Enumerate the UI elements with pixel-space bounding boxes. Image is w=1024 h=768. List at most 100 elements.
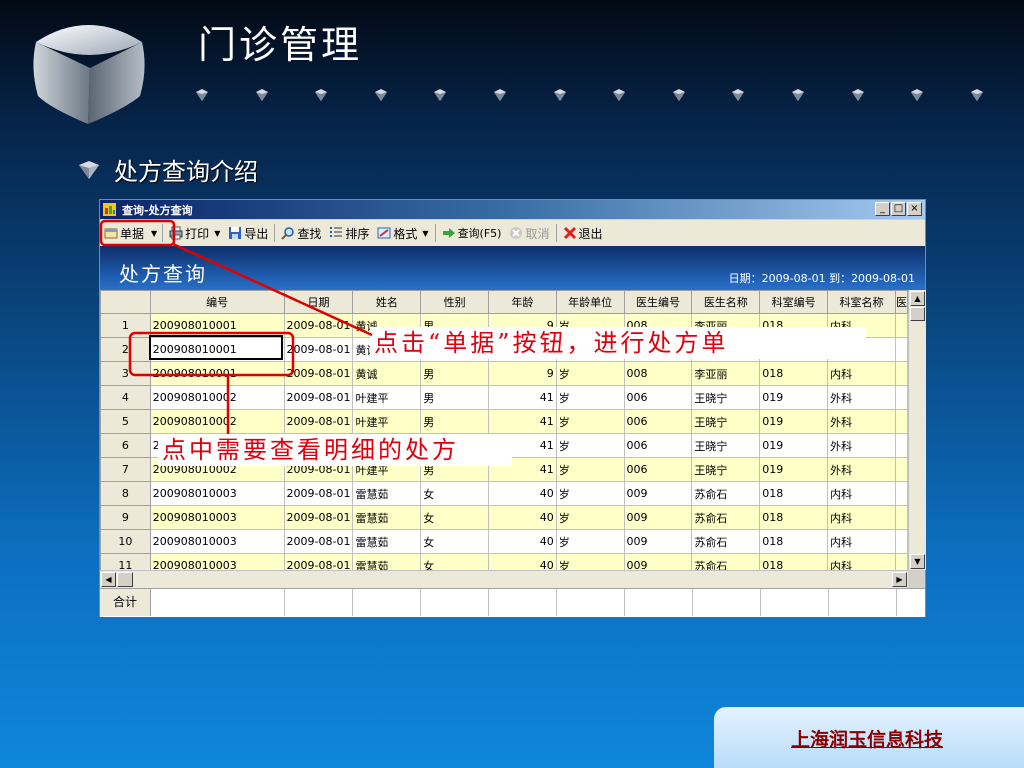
table-cell[interactable]: 200908010001 <box>149 361 285 386</box>
table-cell[interactable]: 叶建平 <box>352 409 422 434</box>
table-cell[interactable]: 外科 <box>827 433 896 458</box>
query-button[interactable]: 查询(F5) <box>438 222 506 244</box>
table-cell[interactable]: 40 <box>487 481 557 506</box>
column-header[interactable]: 姓名 <box>352 290 422 314</box>
scroll-down-icon[interactable]: ▼ <box>910 554 925 569</box>
row-number[interactable]: 3 <box>100 361 151 386</box>
table-cell[interactable]: 2009-08-01 <box>283 361 354 386</box>
table-cell[interactable]: 200908010003 <box>149 529 285 554</box>
table-cell[interactable]: 200908010001 <box>149 313 285 338</box>
table-cell[interactable]: 200908010003 <box>149 505 285 530</box>
table-cell[interactable]: 2009-08-01 <box>283 481 354 506</box>
horizontal-scroll-thumb[interactable] <box>117 572 133 587</box>
table-cell[interactable]: 岁 <box>555 361 625 386</box>
column-header[interactable]: 年龄单位 <box>555 290 625 314</box>
table-cell[interactable]: 岁 <box>555 385 625 410</box>
table-row[interactable]: 9 200908010003 2009-08-01 雷慧茹女 40 岁 009 苏俞石 018 内… <box>100 505 908 530</box>
table-cell[interactable]: 008 <box>623 361 693 386</box>
table-cell[interactable]: 男 <box>420 385 489 410</box>
table-cell[interactable]: 019 <box>759 457 829 482</box>
table-cell[interactable]: 2009-08-01 <box>283 553 354 570</box>
window-titlebar[interactable]: 查询-处方查询 _ □ × <box>100 200 925 219</box>
table-cell[interactable]: 外科 <box>827 385 896 410</box>
row-number[interactable]: 6 <box>100 433 151 458</box>
format-button[interactable]: 格式 ▼ <box>373 222 432 244</box>
scroll-up-icon[interactable]: ▲ <box>910 291 925 306</box>
table-cell[interactable]: 王晓宁 <box>691 385 761 410</box>
scroll-left-icon[interactable]: ◀ <box>101 572 116 587</box>
table-row[interactable]: 8 200908010003 2009-08-01 雷慧茹女 40 岁 009 苏俞石 018 内… <box>100 481 908 506</box>
table-row[interactable]: 11 200908010003 2009-08-01 雷慧茹女 40 岁 009 苏俞石 018… <box>100 553 908 570</box>
row-number[interactable]: 5 <box>100 409 151 434</box>
table-cell[interactable]: 内科 <box>827 553 896 570</box>
table-cell[interactable]: 40 <box>487 553 557 570</box>
maximize-button[interactable]: □ <box>891 202 906 216</box>
table-cell[interactable]: 018 <box>759 553 829 570</box>
table-cell[interactable]: 41 <box>487 385 557 410</box>
table-cell[interactable]: 内科 <box>827 481 896 506</box>
table-row[interactable]: 5 200908010002 2009-08-01 叶建平男 41 岁 006 王晓宁 019 外… <box>100 409 908 434</box>
table-row[interactable]: 3 200908010001 2009-08-01 黄诚男 9 岁 008 李亚丽 018 内科 <box>100 361 908 386</box>
horizontal-scrollbar[interactable]: ◀ ▶ <box>100 570 908 588</box>
row-number[interactable]: 10 <box>100 529 151 554</box>
table-cell[interactable]: 9 <box>487 361 557 386</box>
table-cell[interactable]: 岁 <box>555 481 625 506</box>
table-cell[interactable]: 2009-08-01 <box>283 505 354 530</box>
row-number[interactable]: 8 <box>100 481 151 506</box>
table-cell[interactable]: 009 <box>623 529 693 554</box>
table-cell[interactable]: 女 <box>420 553 489 570</box>
row-number[interactable]: 2 <box>100 337 151 362</box>
row-number[interactable]: 9 <box>100 505 151 530</box>
table-cell[interactable]: 200908010003 <box>149 481 285 506</box>
doc-button[interactable]: 单据 <box>100 222 148 244</box>
row-number[interactable]: 7 <box>100 457 151 482</box>
table-cell[interactable]: 009 <box>623 481 693 506</box>
column-header[interactable]: 医生编号 <box>623 290 693 314</box>
column-header[interactable]: 日期 <box>283 290 354 314</box>
table-cell[interactable]: 苏俞石 <box>691 505 761 530</box>
column-header[interactable]: 性别 <box>420 290 489 314</box>
table-cell[interactable]: 40 <box>487 529 557 554</box>
table-cell[interactable]: 外科 <box>827 409 896 434</box>
table-cell[interactable]: 内科 <box>827 529 896 554</box>
exit-button[interactable]: 退出 <box>559 222 607 244</box>
table-cell[interactable]: 雷慧茹 <box>352 481 422 506</box>
table-cell[interactable]: 006 <box>623 385 693 410</box>
table-cell[interactable]: 41 <box>487 409 557 434</box>
doc-dropdown[interactable]: ▼ <box>148 222 160 244</box>
table-cell[interactable]: 岁 <box>555 505 625 530</box>
table-cell[interactable]: 018 <box>759 481 829 506</box>
table-row[interactable]: 4 200908010002 2009-08-01 叶建平男 41 岁 006 王晓宁 019 外… <box>100 385 908 410</box>
table-cell[interactable]: 雷慧茹 <box>352 505 422 530</box>
table-cell[interactable]: 019 <box>759 433 829 458</box>
table-cell[interactable]: 雷慧茹 <box>352 553 422 570</box>
table-cell[interactable]: 009 <box>623 553 693 570</box>
table-cell[interactable]: 200908010002 <box>149 409 285 434</box>
table-cell[interactable]: 200908010002 <box>149 385 285 410</box>
table-cell[interactable]: 018 <box>759 361 829 386</box>
row-number[interactable]: 4 <box>100 385 151 410</box>
print-button[interactable]: 打印 ▼ <box>165 222 224 244</box>
table-cell[interactable]: 006 <box>623 409 693 434</box>
table-cell[interactable]: 岁 <box>555 409 625 434</box>
table-cell[interactable]: 雷慧茹 <box>352 529 422 554</box>
table-cell[interactable]: 019 <box>759 409 829 434</box>
table-cell[interactable]: 外科 <box>827 457 896 482</box>
table-cell[interactable]: 女 <box>420 529 489 554</box>
sort-button[interactable]: 排序 <box>325 222 373 244</box>
table-cell[interactable]: 40 <box>487 505 557 530</box>
table-cell[interactable]: 女 <box>420 481 489 506</box>
column-header[interactable]: 科室编号 <box>759 290 829 314</box>
column-header[interactable]: 编号 <box>149 290 285 314</box>
table-cell[interactable]: 006 <box>623 433 693 458</box>
table-cell[interactable]: 王晓宁 <box>691 433 761 458</box>
table-cell[interactable]: 苏俞石 <box>691 553 761 570</box>
table-cell[interactable]: 2009-08-01 <box>283 337 354 362</box>
table-cell[interactable]: 叶建平 <box>352 385 422 410</box>
table-cell[interactable]: 018 <box>759 529 829 554</box>
table-cell[interactable]: 苏俞石 <box>691 481 761 506</box>
column-header[interactable] <box>100 290 151 314</box>
close-button[interactable]: × <box>907 202 922 216</box>
table-cell[interactable]: 女 <box>420 505 489 530</box>
vertical-scrollbar[interactable]: ▲ ▼ <box>908 290 926 570</box>
